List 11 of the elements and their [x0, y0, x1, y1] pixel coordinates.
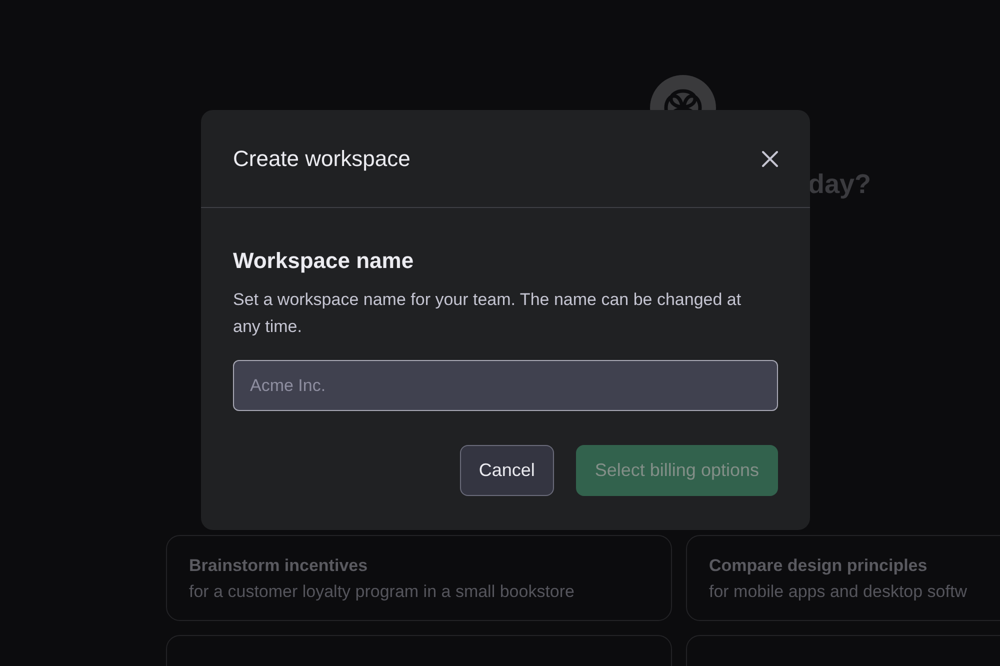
suggestion-subtitle: for a customer loyalty program in a small bookstore	[189, 582, 576, 602]
description-text: Set a workspace name for your team. The name can be changed at any time.	[233, 289, 742, 338]
section-title: Workspace name	[233, 248, 415, 274]
suggestion-card[interactable]: Brainstorm incentives for a customer loyalty program in a small bookstore	[166, 535, 672, 621]
suggestion-title: Brainstorm incentives	[189, 556, 369, 576]
dialog-title: Create workspace	[233, 146, 410, 172]
cancel-button[interactable]: Cancel	[460, 445, 554, 496]
suggestion-card[interactable]: Compare design principles for mobile apps and desktop softw	[686, 535, 1000, 621]
suggestion-title: Compare design principles	[709, 556, 928, 576]
suggestion-subtitle: for mobile apps and desktop softw	[709, 582, 968, 602]
workspace-name-field[interactable]: Acme Inc.	[233, 360, 778, 411]
